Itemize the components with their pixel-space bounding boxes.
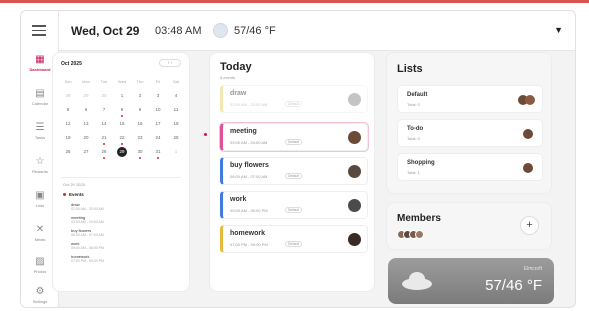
selected-date-label: Oct 29 2025: [63, 182, 85, 187]
today-title: Today: [220, 61, 252, 73]
calendar-card: Oct 2025 ‹ › Sun Mon Tue Wed Thu Fri Sat…: [52, 52, 190, 292]
header-temperature: 57/46 °F: [234, 25, 276, 37]
list-item[interactable]: work 09:00 AM - 06:00 PM: [71, 241, 104, 250]
calendar-nav-arrows[interactable]: ‹ ›: [159, 59, 181, 67]
calendar-day[interactable]: 12: [59, 119, 77, 133]
calendar-day[interactable]: 11: [167, 105, 185, 119]
list-default[interactable]: Default Total: 0: [397, 85, 543, 113]
calendar-day[interactable]: 3: [149, 91, 167, 105]
members-card: Members +: [386, 202, 552, 250]
calendar-grid: Sun Mon Tue Wed Thu Fri Sat 28 29 30 1 2…: [59, 77, 185, 161]
calendar-day[interactable]: 19: [59, 133, 77, 147]
event-card-meeting[interactable]: meeting 03:00 AM - 04:00 AM Default: [220, 123, 368, 151]
top-accent-line: [0, 0, 589, 3]
events-heading: Events: [63, 192, 84, 197]
event-card-work[interactable]: work 09:00 AM - 06:00 PM Default: [220, 191, 368, 219]
calendar-day[interactable]: 16: [131, 119, 149, 133]
calendar-day[interactable]: 28: [59, 91, 77, 105]
today-card: Today 5 events draw 02:00 AM - 03:00 AM …: [209, 52, 375, 292]
event-card-draw[interactable]: draw 02:00 AM - 03:00 AM Default: [220, 85, 368, 113]
weekday-label: Thu: [136, 79, 144, 84]
avatar: [523, 163, 533, 173]
calendar-day[interactable]: 1: [113, 91, 131, 105]
header-time: 03:48 AM: [155, 25, 202, 37]
calendar-day[interactable]: 24: [149, 133, 167, 147]
avatar: [348, 199, 361, 212]
calendar-day[interactable]: 10: [149, 105, 167, 119]
avatar: [348, 131, 361, 144]
event-tag: Default: [285, 173, 303, 179]
calendar-day[interactable]: 27: [77, 147, 95, 161]
event-tag: Default: [285, 101, 303, 107]
calendar-day[interactable]: 22: [113, 133, 131, 147]
avatar: [348, 165, 361, 178]
calendar-day[interactable]: 7: [95, 105, 113, 119]
weather-card: Elmcroft 57/46 °F: [388, 258, 554, 304]
calendar-day[interactable]: 29: [77, 91, 95, 105]
list-shopping[interactable]: Shopping Total: 1: [397, 153, 543, 181]
cloud-icon: [402, 272, 432, 290]
calendar-day[interactable]: 5: [59, 105, 77, 119]
avatar: [348, 93, 361, 106]
weekday-label: Fri: [155, 79, 161, 84]
list-item[interactable]: meeting 03:00 AM - 04:00 AM: [71, 215, 104, 224]
members-title: Members: [397, 213, 441, 224]
calendar-day[interactable]: 26: [59, 147, 77, 161]
calendar-day[interactable]: 18: [167, 119, 185, 133]
weekday-label: Sun: [64, 79, 72, 84]
weekday-label: Mon: [82, 79, 90, 84]
calendar-day[interactable]: 30: [131, 147, 149, 161]
calendar-day[interactable]: 4: [167, 91, 185, 105]
lists-card: Lists Default Total: 0 To-do Total: 0 Sh…: [386, 52, 552, 194]
lists-title: Lists: [397, 63, 423, 75]
calendar-event-list: draw 02:00 AM - 03:00 AM meeting 03:00 A…: [71, 202, 104, 267]
avatar: [525, 95, 535, 105]
calendar-day[interactable]: 6: [77, 105, 95, 119]
calendar-day[interactable]: 31: [149, 147, 167, 161]
list-to-do[interactable]: To-do Total: 0: [397, 119, 543, 147]
calendar-weekday-row: Sun Mon Tue Wed Thu Fri Sat: [59, 77, 185, 91]
today-event-count: 5 events: [220, 75, 236, 80]
header-date: Wed, Oct 29: [71, 24, 140, 38]
avatar: [348, 233, 361, 246]
calendar-day[interactable]: 20: [77, 133, 95, 147]
weekday-label: Sat: [172, 79, 179, 84]
weekday-label: Wed: [117, 79, 127, 84]
event-card-buy-flowers[interactable]: buy flowers 06:00 AM - 07:00 AM Default: [220, 157, 368, 185]
calendar-day[interactable]: 30: [95, 91, 113, 105]
list-item[interactable]: homework 07:00 PM - 09:00 PM: [71, 254, 104, 263]
header-bar: Wed, Oct 29 03:48 AM 57/46 °F ▼: [59, 11, 575, 51]
list-item[interactable]: draw 02:00 AM - 03:00 AM: [71, 202, 104, 211]
calendar-day[interactable]: 17: [149, 119, 167, 133]
wifi-icon[interactable]: ▼: [554, 25, 563, 35]
list-item[interactable]: buy flowers 06:00 AM - 07:00 AM: [71, 228, 104, 237]
calendar-divider: [61, 177, 181, 178]
weekday-label: Tue: [100, 79, 108, 84]
event-card-homework[interactable]: homework 07:00 PM - 09:00 PM Default: [220, 225, 368, 253]
calendar-day[interactable]: 2: [131, 91, 149, 105]
calendar-day-selected[interactable]: 29: [113, 147, 131, 161]
add-member-button[interactable]: +: [520, 216, 539, 235]
event-tag: Default: [285, 207, 303, 213]
calendar-day[interactable]: 25: [167, 133, 185, 147]
avatar[interactable]: [415, 230, 424, 239]
menu-icon[interactable]: [32, 25, 46, 36]
calendar-day[interactable]: 14: [95, 119, 113, 133]
calendar-day[interactable]: 23: [131, 133, 149, 147]
avatar: [523, 129, 533, 139]
calendar-day[interactable]: 15: [113, 119, 131, 133]
calendar-day[interactable]: 21: [95, 133, 113, 147]
weather-location: Elmcroft: [523, 266, 542, 272]
current-event-indicator: [204, 133, 207, 136]
calendar-day[interactable]: 1: [167, 147, 185, 161]
weather-temperature: 57/46 °F: [485, 277, 542, 294]
calendar-month: Oct 2025: [61, 61, 82, 67]
calendar-day[interactable]: 8: [113, 105, 131, 119]
event-tag: Default: [285, 139, 303, 145]
weather-icon: [213, 23, 228, 38]
calendar-day[interactable]: 9: [131, 105, 149, 119]
event-tag: Default: [285, 241, 303, 247]
calendar-day[interactable]: 13: [77, 119, 95, 133]
calendar-day[interactable]: 28: [95, 147, 113, 161]
